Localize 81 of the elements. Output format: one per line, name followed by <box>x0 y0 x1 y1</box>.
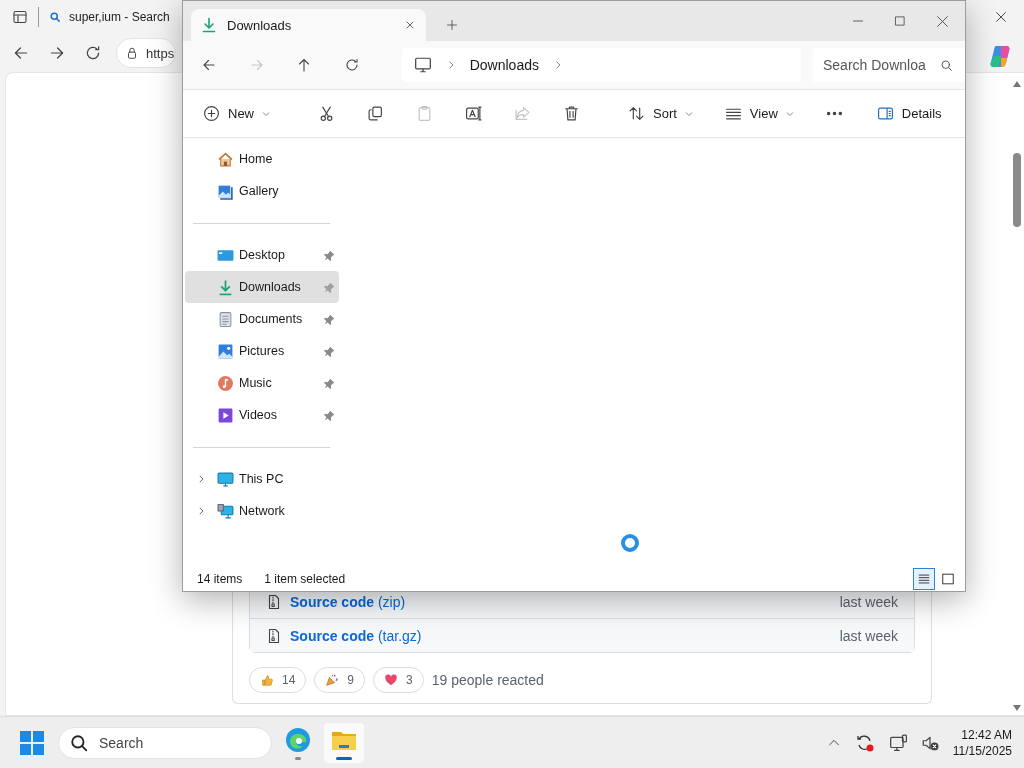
sidebar-item[interactable]: Gallery <box>185 175 339 207</box>
sidebar-item[interactable]: Home <box>185 143 339 175</box>
zip-file-icon <box>266 593 282 610</box>
toolbar-button[interactable]: Sort <box>624 97 697 130</box>
asset-date: last week <box>839 627 898 644</box>
browser-icon <box>284 725 312 754</box>
clock-time: 12:42 AM <box>961 726 1012 743</box>
sidebar-icon[interactable] <box>12 9 28 25</box>
clock-date: 11/15/2025 <box>952 742 1012 759</box>
sidebar-item[interactable]: Pictures <box>185 335 339 367</box>
search-field[interactable]: Search Downloa <box>813 48 965 82</box>
reaction-button[interactable]: 9 <box>314 667 366 693</box>
taskbar-search-field[interactable]: Search <box>58 726 272 759</box>
loading-spinner-icon <box>619 533 640 553</box>
selection-count: 1 item selected <box>264 572 346 586</box>
square-icon <box>941 572 955 586</box>
sync-icon[interactable] <box>854 732 875 753</box>
video-icon <box>217 406 234 424</box>
windows-start-icon[interactable] <box>20 730 44 755</box>
scroll-up-icon[interactable] <box>1013 81 1021 87</box>
close-icon[interactable] <box>404 19 416 31</box>
pin-icon[interactable] <box>324 313 335 325</box>
music-icon <box>217 374 234 392</box>
picture-icon <box>217 342 234 360</box>
sidebar-item[interactable]: Network <box>185 495 339 527</box>
monitor-icon <box>217 470 234 488</box>
sidebar-item[interactable]: This PC <box>185 463 339 495</box>
address-bar[interactable]: https <box>116 38 176 68</box>
search-icon <box>940 59 953 72</box>
home-icon <box>217 150 234 168</box>
pin-icon[interactable] <box>324 249 335 261</box>
details-view-button[interactable] <box>913 568 935 590</box>
sidebar-item[interactable]: Documents <box>185 303 339 335</box>
network-icon <box>217 502 234 520</box>
back-icon[interactable] <box>12 44 30 62</box>
pin-icon[interactable] <box>324 377 335 389</box>
download-icon <box>217 278 234 296</box>
search-icon <box>49 11 61 23</box>
lock-icon <box>125 46 139 60</box>
refresh-icon[interactable] <box>84 44 102 62</box>
sidebar-item[interactable]: Videos <box>185 399 339 431</box>
reaction-summary: 19 people reacted <box>431 672 544 688</box>
sidebar-item[interactable]: Downloads <box>185 271 339 303</box>
display-icon[interactable] <box>888 733 907 752</box>
monitor-icon <box>413 56 432 74</box>
address-bar[interactable]: Downloads <box>401 48 801 82</box>
list-icon <box>917 572 931 586</box>
close-icon[interactable] <box>936 14 949 28</box>
panel-icon <box>876 105 894 122</box>
browser-tab[interactable]: super,ium - Search <box>49 10 170 24</box>
pin-icon[interactable] <box>324 409 335 421</box>
zip-file-icon <box>266 627 282 644</box>
forward-icon[interactable] <box>48 44 66 62</box>
thumbs-up-icon <box>260 673 274 687</box>
plus-icon[interactable] <box>446 19 458 31</box>
chevron-icon[interactable] <box>196 474 206 484</box>
asset-date: last week <box>839 593 898 610</box>
scrollbar-thumb[interactable] <box>1013 153 1021 227</box>
download-link[interactable]: Source code (tar.gz) <box>290 627 832 644</box>
maximize-icon[interactable] <box>894 15 906 27</box>
breadcrumb-item[interactable]: Downloads <box>469 57 539 73</box>
party-popper-icon <box>325 673 340 687</box>
chevron-icon[interactable] <box>196 506 206 516</box>
sidebar-item[interactable]: Desktop <box>185 239 339 271</box>
download-link[interactable]: Source code (zip) <box>290 593 832 610</box>
toolbar-button[interactable]: View <box>720 97 798 130</box>
search-icon <box>70 733 88 752</box>
pin-icon[interactable] <box>324 345 335 357</box>
reaction-button[interactable]: 3 <box>373 667 424 693</box>
close-icon[interactable] <box>994 10 1008 24</box>
download-icon <box>201 17 217 33</box>
toolbar-button[interactable]: New <box>199 97 274 130</box>
taskbar-app[interactable] <box>324 722 364 763</box>
details-button[interactable]: Details <box>870 104 948 123</box>
sidebar-item[interactable]: Music <box>185 367 339 399</box>
reaction-button[interactable]: 14 <box>249 667 307 693</box>
explorer-tab[interactable]: Downloads <box>191 9 426 41</box>
item-count: 14 items <box>197 572 243 586</box>
heart-icon <box>384 673 399 687</box>
scroll-down-icon[interactable] <box>1013 705 1021 711</box>
document-icon <box>217 310 234 328</box>
